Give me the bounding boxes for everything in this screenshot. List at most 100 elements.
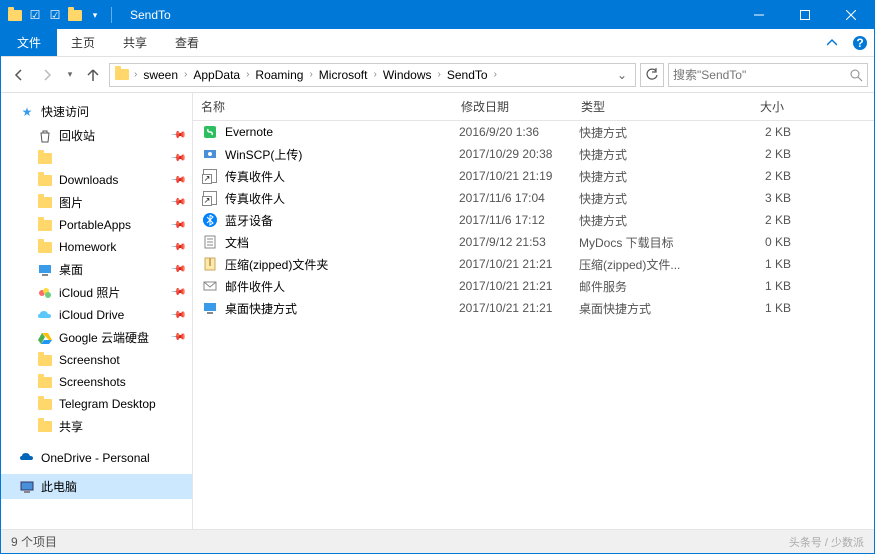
search-box[interactable] bbox=[668, 63, 868, 87]
quick-access-toolbar: ☑ ☑ ▾ bbox=[1, 7, 122, 23]
sidebar-item-label: 共享 bbox=[59, 418, 83, 435]
navigation-pane[interactable]: ★ 快速访问 回收站📌📌Downloads📌图片📌PortableApps📌Ho… bbox=[1, 93, 193, 529]
file-date: 2017/9/12 21:53 bbox=[459, 235, 579, 249]
file-type: 邮件服务 bbox=[579, 278, 719, 295]
onedrive-group[interactable]: OneDrive - Personal bbox=[1, 446, 192, 470]
column-name[interactable]: 名称 bbox=[193, 98, 453, 115]
back-button[interactable] bbox=[7, 63, 31, 87]
breadcrumb-segment[interactable]: sween bbox=[139, 64, 182, 86]
breadcrumb-segment[interactable]: Microsoft bbox=[315, 64, 372, 86]
search-icon[interactable] bbox=[849, 68, 863, 82]
evernote-icon bbox=[201, 123, 219, 141]
sidebar-item[interactable]: PortableApps📌 bbox=[1, 214, 192, 236]
onedrive-label: OneDrive - Personal bbox=[41, 451, 150, 465]
column-size[interactable]: 大小 bbox=[713, 98, 793, 115]
sidebar-item[interactable]: 图片📌 bbox=[1, 191, 192, 214]
ribbon-tab[interactable]: 主页 bbox=[57, 29, 109, 56]
file-type: 快捷方式 bbox=[579, 124, 719, 141]
up-button[interactable] bbox=[81, 63, 105, 87]
file-size: 2 KB bbox=[719, 125, 791, 139]
help-button[interactable]: ? bbox=[846, 29, 874, 56]
file-size: 1 KB bbox=[719, 257, 791, 271]
folder-icon bbox=[37, 352, 53, 368]
column-headers: 名称 修改日期 类型 大小 bbox=[193, 93, 874, 121]
file-name: 桌面快捷方式 bbox=[225, 300, 459, 317]
chevron-right-icon[interactable]: › bbox=[371, 69, 378, 80]
ribbon-tab[interactable]: 查看 bbox=[161, 29, 213, 56]
minimize-button[interactable] bbox=[736, 1, 782, 29]
file-tab[interactable]: 文件 bbox=[1, 29, 57, 56]
sidebar-item[interactable]: Screenshot bbox=[1, 349, 192, 371]
breadcrumb-segment[interactable]: SendTo bbox=[443, 64, 492, 86]
column-date[interactable]: 修改日期 bbox=[453, 98, 573, 115]
file-row[interactable]: 传真收件人2017/10/21 21:19快捷方式2 KB bbox=[193, 165, 874, 187]
chevron-right-icon[interactable]: › bbox=[492, 69, 499, 80]
pin-icon: 📌 bbox=[169, 127, 186, 144]
file-row[interactable]: 邮件收件人2017/10/21 21:21邮件服务1 KB bbox=[193, 275, 874, 297]
file-row[interactable]: 文档2017/9/12 21:53MyDocs 下载目标0 KB bbox=[193, 231, 874, 253]
sidebar-item-label: Homework bbox=[59, 240, 116, 254]
doc-icon bbox=[201, 233, 219, 251]
file-row[interactable]: 蓝牙设备2017/11/6 17:12快捷方式2 KB bbox=[193, 209, 874, 231]
refresh-button[interactable] bbox=[640, 63, 664, 87]
sidebar-item[interactable]: 回收站📌 bbox=[1, 124, 192, 147]
address-bar[interactable]: › sween›AppData›Roaming›Microsoft›Window… bbox=[109, 63, 636, 87]
address-dropdown-icon[interactable]: ⌄ bbox=[611, 68, 633, 82]
file-row[interactable]: WinSCP(上传)2017/10/29 20:38快捷方式2 KB bbox=[193, 143, 874, 165]
sidebar-item[interactable]: iCloud Drive📌 bbox=[1, 304, 192, 326]
recent-dropdown-icon[interactable]: ▾ bbox=[63, 63, 77, 87]
ribbon-tab[interactable]: 共享 bbox=[109, 29, 161, 56]
quick-access-group[interactable]: ★ 快速访问 bbox=[1, 99, 192, 124]
sidebar-item[interactable]: 桌面📌 bbox=[1, 258, 192, 281]
pin-icon: 📌 bbox=[169, 329, 186, 346]
folder-icon bbox=[37, 374, 53, 390]
breadcrumb-segment[interactable]: Roaming bbox=[251, 64, 307, 86]
file-row[interactable]: Evernote2016/9/20 1:36快捷方式2 KB bbox=[193, 121, 874, 143]
sidebar-item[interactable]: Downloads📌 bbox=[1, 169, 192, 191]
file-row[interactable]: 传真收件人2017/11/6 17:04快捷方式3 KB bbox=[193, 187, 874, 209]
sidebar-item-label: Downloads bbox=[59, 173, 118, 187]
file-type: MyDocs 下载目标 bbox=[579, 234, 719, 251]
pin-icon: 📌 bbox=[169, 217, 186, 234]
forward-button[interactable] bbox=[35, 63, 59, 87]
file-date: 2017/11/6 17:04 bbox=[459, 191, 579, 205]
chevron-right-icon[interactable]: › bbox=[436, 69, 443, 80]
fax-icon bbox=[201, 167, 219, 185]
sidebar-item[interactable]: Screenshots bbox=[1, 371, 192, 393]
desktop-icon bbox=[37, 262, 53, 278]
column-type[interactable]: 类型 bbox=[573, 98, 713, 115]
maximize-button[interactable] bbox=[782, 1, 828, 29]
sidebar-item[interactable]: 共享 bbox=[1, 415, 192, 438]
breadcrumb-segment[interactable]: Windows bbox=[379, 64, 436, 86]
svg-text:?: ? bbox=[856, 36, 863, 50]
chevron-right-icon[interactable]: › bbox=[244, 69, 251, 80]
sidebar-item[interactable]: 📌 bbox=[1, 147, 192, 169]
ribbon-collapse-icon[interactable] bbox=[818, 29, 846, 56]
file-date: 2017/10/21 21:21 bbox=[459, 301, 579, 315]
chevron-right-icon[interactable]: › bbox=[182, 69, 189, 80]
file-name: 蓝牙设备 bbox=[225, 212, 459, 229]
qat-checkbox-icon[interactable]: ☑ bbox=[47, 7, 63, 23]
file-row[interactable]: 压缩(zipped)文件夹2017/10/21 21:21压缩(zipped)文… bbox=[193, 253, 874, 275]
file-name: WinSCP(上传) bbox=[225, 146, 459, 163]
sidebar-item[interactable]: Telegram Desktop bbox=[1, 393, 192, 415]
qat-dropdown-icon[interactable]: ▾ bbox=[87, 7, 103, 23]
qat-checkbox-icon[interactable]: ☑ bbox=[27, 7, 43, 23]
sidebar-item[interactable]: Homework📌 bbox=[1, 236, 192, 258]
breadcrumb-segment[interactable]: AppData bbox=[189, 64, 244, 86]
file-date: 2017/10/21 21:19 bbox=[459, 169, 579, 183]
this-pc-group[interactable]: 此电脑 bbox=[1, 474, 192, 499]
file-row[interactable]: 桌面快捷方式2017/10/21 21:21桌面快捷方式1 KB bbox=[193, 297, 874, 319]
search-input[interactable] bbox=[673, 68, 849, 82]
sidebar-item-label: iCloud 照片 bbox=[59, 284, 120, 301]
file-date: 2017/10/21 21:21 bbox=[459, 257, 579, 271]
close-button[interactable] bbox=[828, 1, 874, 29]
item-count: 9 个项目 bbox=[11, 533, 57, 550]
chevron-right-icon[interactable]: › bbox=[307, 69, 314, 80]
file-list[interactable]: Evernote2016/9/20 1:36快捷方式2 KBWinSCP(上传)… bbox=[193, 121, 874, 529]
pin-icon: 📌 bbox=[169, 307, 186, 324]
chevron-right-icon[interactable]: › bbox=[132, 69, 139, 80]
sidebar-item[interactable]: iCloud 照片📌 bbox=[1, 281, 192, 304]
folder-icon bbox=[37, 396, 53, 412]
sidebar-item[interactable]: Google 云端硬盘📌 bbox=[1, 326, 192, 349]
